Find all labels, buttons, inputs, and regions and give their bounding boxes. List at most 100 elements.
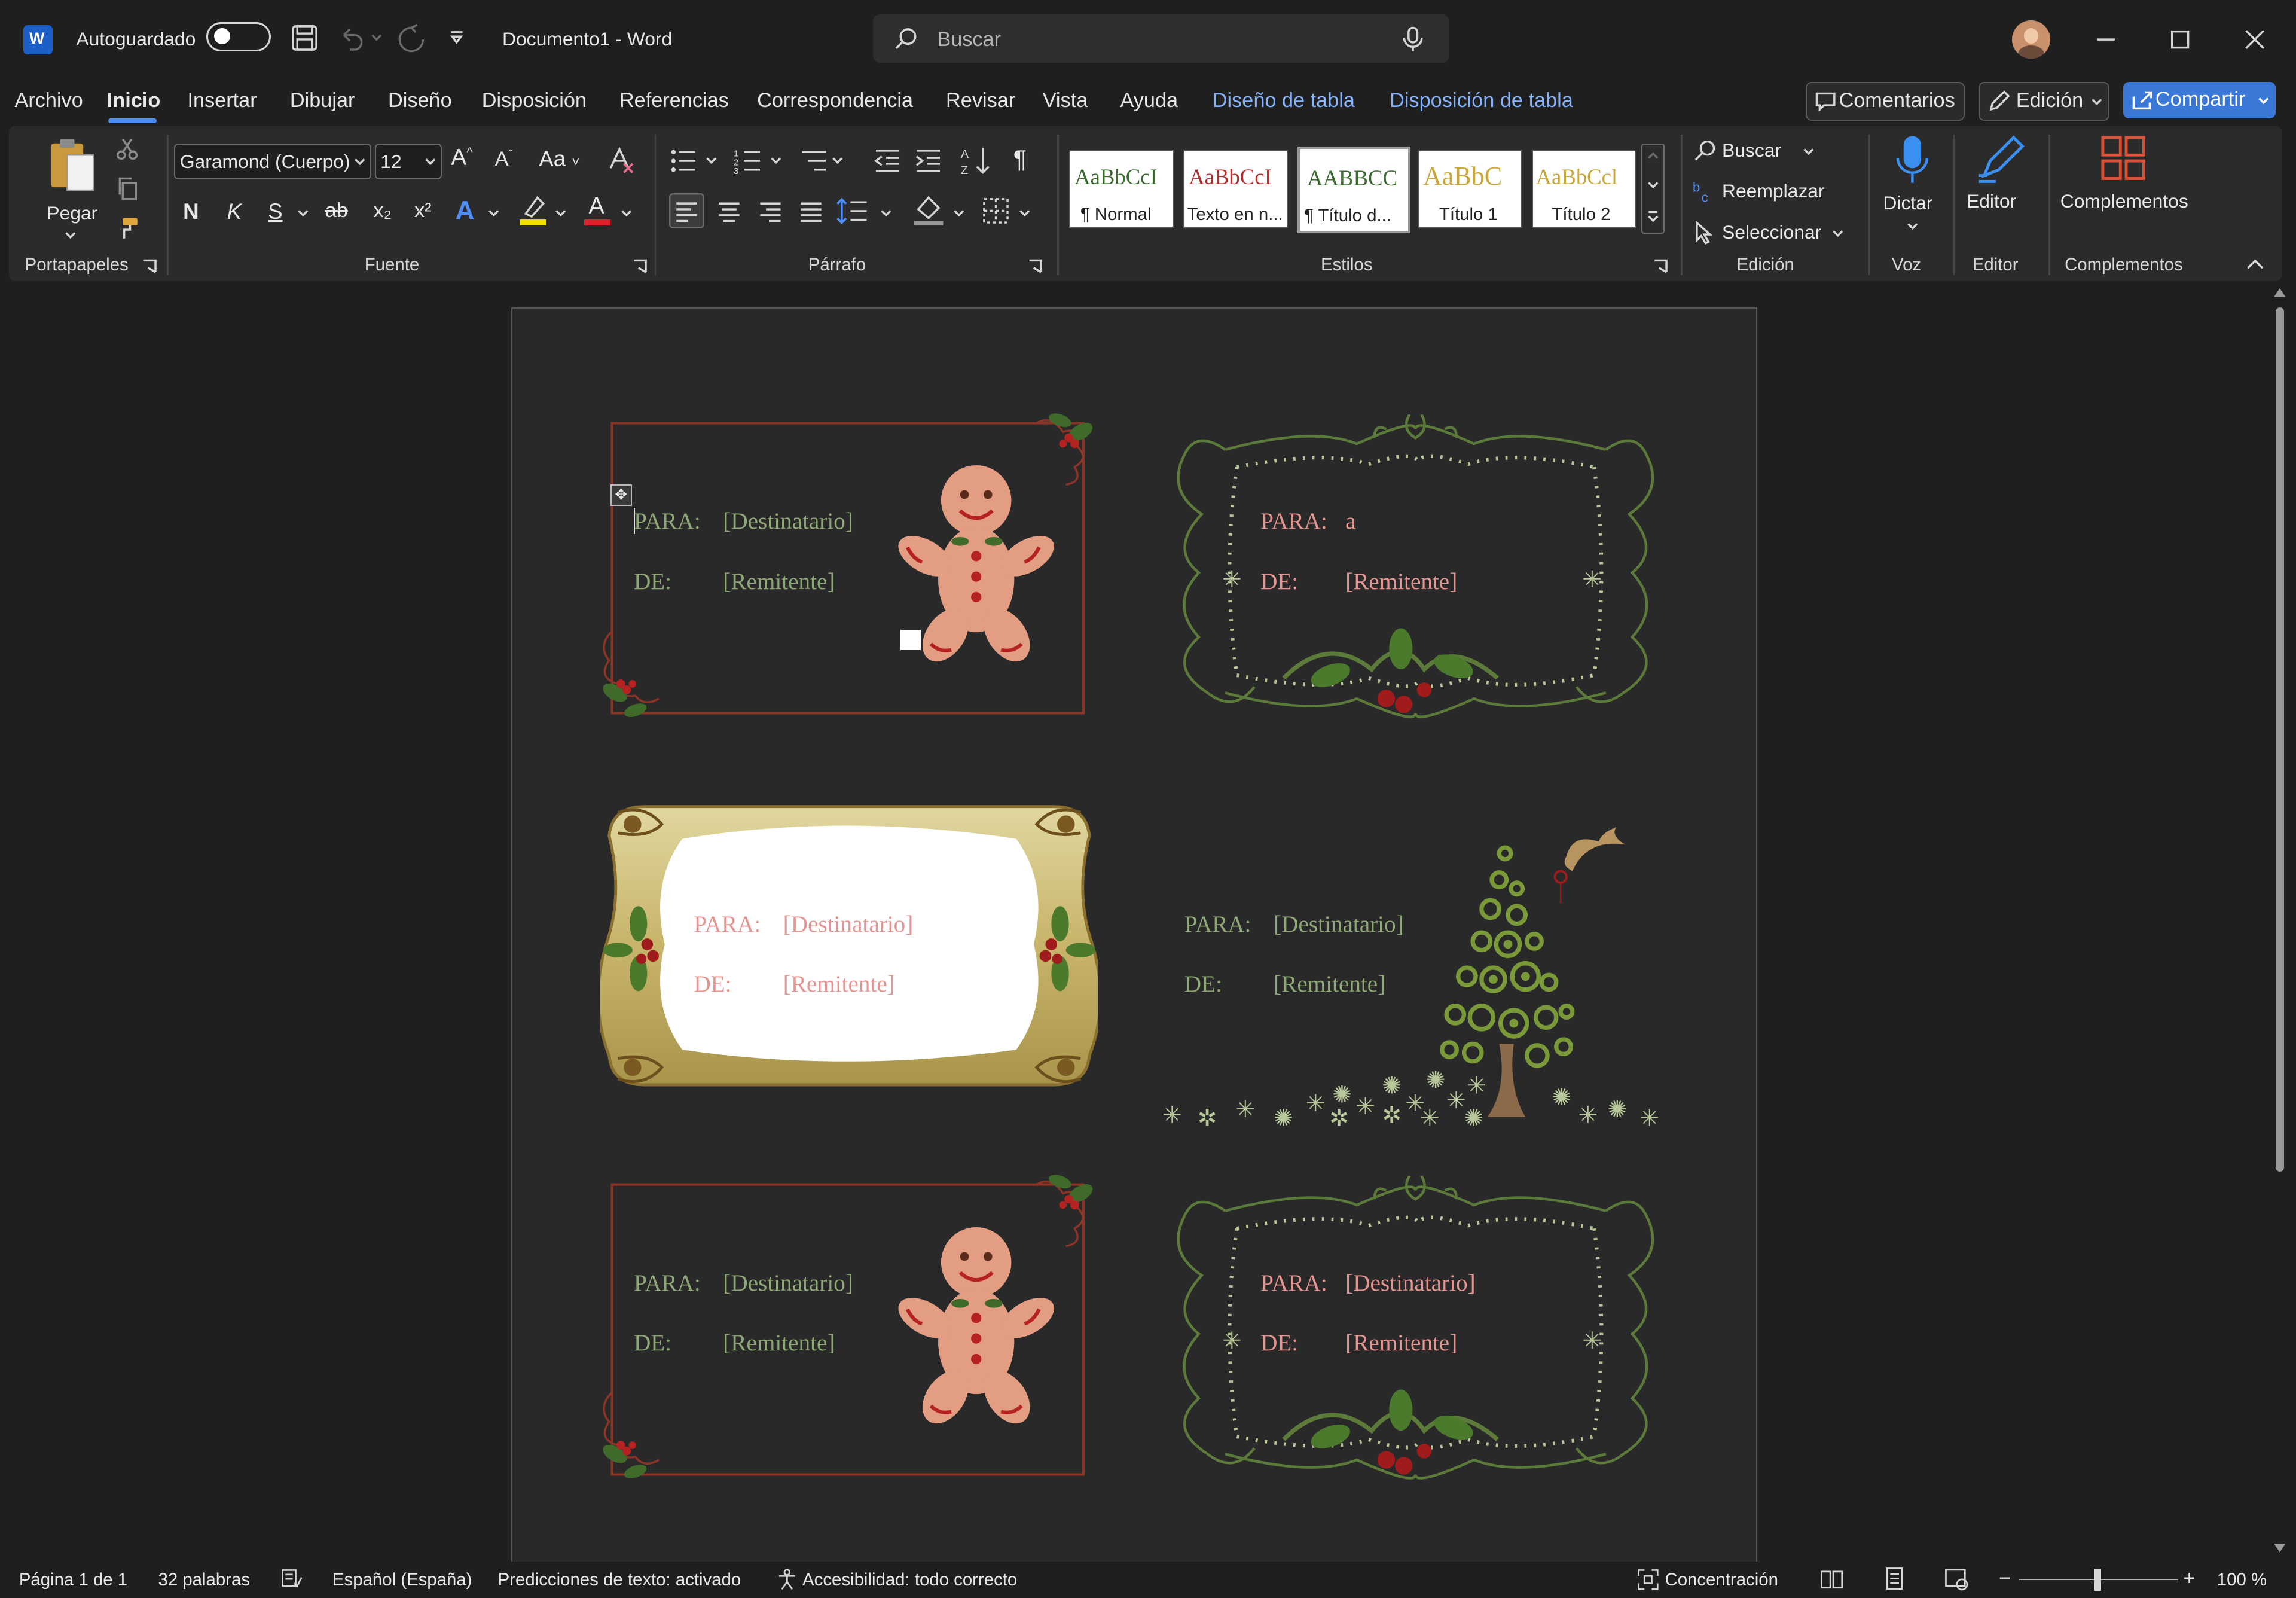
proofing-icon[interactable] bbox=[281, 1569, 303, 1589]
tag5-recipient[interactable]: [Destinatario] bbox=[723, 1270, 853, 1297]
bold-button[interactable]: N bbox=[183, 199, 199, 224]
numbering-dropdown-icon[interactable] bbox=[770, 157, 782, 166]
zoom-in-button[interactable]: + bbox=[2183, 1567, 2195, 1590]
highlight-dropdown-icon[interactable] bbox=[555, 209, 567, 218]
superscript-button[interactable]: x² bbox=[414, 199, 432, 222]
menu-revisar[interactable]: Revisar bbox=[946, 89, 1015, 112]
strikethrough-button[interactable]: ab bbox=[325, 199, 348, 222]
text-predictions-status[interactable]: Predicciones de texto: activado bbox=[498, 1570, 741, 1590]
clear-formatting-icon[interactable] bbox=[606, 145, 636, 174]
font-name-select[interactable]: Garamond (Cuerpo) bbox=[174, 143, 372, 180]
paste-button[interactable]: Pegar bbox=[41, 135, 100, 239]
close-icon[interactable] bbox=[2245, 29, 2265, 50]
zoom-level[interactable]: 100 % bbox=[2217, 1570, 2267, 1590]
collapse-ribbon-icon[interactable] bbox=[2246, 258, 2264, 270]
expand-gallery-icon[interactable] bbox=[1647, 211, 1659, 222]
grow-font-icon[interactable]: A^ bbox=[451, 145, 472, 171]
clipboard-launcher-icon[interactable] bbox=[142, 259, 157, 273]
menu-disposicion[interactable]: Disposición bbox=[482, 89, 587, 112]
share-button[interactable]: Compartir bbox=[2123, 82, 2276, 119]
search-box[interactable]: Buscar bbox=[872, 14, 1450, 63]
scroll-up-arrow-icon[interactable] bbox=[2274, 288, 2286, 298]
menu-correspondencia[interactable]: Correspondencia bbox=[757, 89, 913, 112]
scroll-down-arrow-icon[interactable] bbox=[2274, 1544, 2286, 1553]
tag5-sender[interactable]: [Remitente] bbox=[723, 1329, 835, 1356]
customize-qat-icon[interactable] bbox=[448, 29, 465, 47]
undo-dropdown-icon[interactable] bbox=[371, 32, 383, 44]
align-right-icon[interactable] bbox=[756, 196, 785, 225]
print-layout-icon[interactable] bbox=[1883, 1567, 1906, 1590]
text-effects-dropdown-icon[interactable] bbox=[488, 209, 500, 218]
menu-diseno-tabla[interactable]: Diseño de tabla bbox=[1213, 89, 1355, 112]
tag3-recipient[interactable]: [Destinatario] bbox=[783, 911, 914, 938]
tag6-recipient[interactable]: [Destinatario] bbox=[1345, 1270, 1476, 1297]
shrink-font-icon[interactable]: Aˇ bbox=[495, 148, 512, 171]
italic-button[interactable]: K bbox=[227, 199, 242, 224]
menu-insertar[interactable]: Insertar bbox=[187, 89, 257, 112]
subscript-button[interactable]: x₂ bbox=[373, 199, 391, 222]
table-move-handle-icon[interactable]: ✥ bbox=[610, 484, 632, 506]
shading-dropdown-icon[interactable] bbox=[953, 209, 965, 218]
borders-icon[interactable] bbox=[981, 196, 1010, 225]
page-count[interactable]: Página 1 de 1 bbox=[19, 1570, 127, 1590]
style-texto[interactable]: AaBbCcI Texto en n... bbox=[1183, 149, 1289, 228]
word-count[interactable]: 32 palabras bbox=[158, 1570, 250, 1590]
vertical-scrollbar[interactable] bbox=[2268, 284, 2292, 1562]
paragraph-launcher-icon[interactable] bbox=[1028, 259, 1042, 273]
undo-icon[interactable] bbox=[337, 23, 366, 53]
font-color-dropdown-icon[interactable] bbox=[621, 209, 633, 218]
tag4-recipient[interactable]: [Destinatario] bbox=[1274, 911, 1404, 938]
maximize-icon[interactable] bbox=[2170, 29, 2190, 50]
resize-handle[interactable] bbox=[900, 629, 921, 650]
minimize-icon[interactable] bbox=[2096, 29, 2116, 50]
focus-mode-label[interactable]: Concentración bbox=[1665, 1570, 1778, 1590]
accessibility-status[interactable]: Accesibilidad: todo correcto bbox=[802, 1570, 1017, 1590]
multilevel-dropdown-icon[interactable] bbox=[832, 157, 844, 166]
find-button[interactable]: Buscar bbox=[1693, 138, 1814, 167]
tag2-sender[interactable]: [Remitente] bbox=[1345, 568, 1457, 595]
copy-icon[interactable] bbox=[115, 177, 139, 200]
scrollbar-thumb[interactable] bbox=[2275, 307, 2285, 1172]
tag4-sender[interactable]: [Remitente] bbox=[1274, 971, 1385, 998]
line-spacing-dropdown-icon[interactable] bbox=[880, 209, 892, 218]
line-spacing-icon[interactable] bbox=[836, 195, 868, 227]
menu-disposicion-tabla[interactable]: Disposición de tabla bbox=[1390, 89, 1573, 112]
sort-icon[interactable]: AZ bbox=[961, 145, 993, 177]
increase-indent-icon[interactable] bbox=[914, 148, 943, 174]
microphone-icon[interactable] bbox=[1403, 26, 1423, 53]
tag1-recipient[interactable]: [Destinatario] bbox=[723, 508, 853, 535]
menu-diseno[interactable]: Diseño bbox=[388, 89, 452, 112]
align-center-icon[interactable] bbox=[715, 196, 744, 225]
format-painter-icon[interactable] bbox=[115, 216, 139, 240]
tag1-sender[interactable]: [Remitente] bbox=[723, 568, 835, 595]
align-left-icon[interactable] bbox=[669, 193, 704, 229]
language-status[interactable]: Español (España) bbox=[332, 1570, 472, 1590]
menu-vista[interactable]: Vista bbox=[1043, 89, 1088, 112]
change-case-button[interactable]: Aa ˅ bbox=[539, 147, 579, 172]
dictate-button[interactable]: Dictar bbox=[1877, 135, 1948, 243]
menu-ayuda[interactable]: Ayuda bbox=[1120, 89, 1178, 112]
tag2-recipient[interactable]: a bbox=[1345, 508, 1355, 535]
zoom-slider[interactable] bbox=[2019, 1568, 2178, 1591]
scroll-down-icon[interactable] bbox=[1647, 181, 1659, 190]
menu-dibujar[interactable]: Dibujar bbox=[290, 89, 355, 112]
styles-launcher-icon[interactable] bbox=[1653, 259, 1668, 273]
menu-referencias[interactable]: Referencias bbox=[619, 89, 729, 112]
replace-button[interactable]: bc Reemplazar bbox=[1693, 179, 1825, 208]
style-normal[interactable]: AaBbCcI ¶ Normal bbox=[1068, 149, 1174, 228]
autosave-toggle[interactable] bbox=[206, 22, 271, 51]
document-page[interactable]: ✥ PARA: [Destinatario] DE: [Remitente] ✳… bbox=[511, 307, 1757, 1567]
justify-icon[interactable] bbox=[796, 196, 826, 225]
web-layout-icon[interactable] bbox=[1944, 1567, 1968, 1591]
text-effects-icon[interactable]: A bbox=[456, 196, 475, 226]
save-icon[interactable] bbox=[290, 23, 319, 53]
shading-icon[interactable] bbox=[912, 193, 945, 226]
font-launcher-icon[interactable] bbox=[633, 259, 647, 273]
menu-archivo[interactable]: Archivo bbox=[14, 89, 83, 112]
style-titulo-doc[interactable]: AABBCC ¶ Título d... bbox=[1297, 146, 1410, 234]
multilevel-list-icon[interactable] bbox=[799, 148, 829, 174]
editor-button[interactable]: Editor bbox=[1962, 135, 2035, 222]
underline-dropdown-icon[interactable] bbox=[297, 209, 309, 218]
redo-icon[interactable] bbox=[395, 23, 428, 56]
style-titulo-1[interactable]: AaBbC Título 1 bbox=[1417, 149, 1523, 228]
